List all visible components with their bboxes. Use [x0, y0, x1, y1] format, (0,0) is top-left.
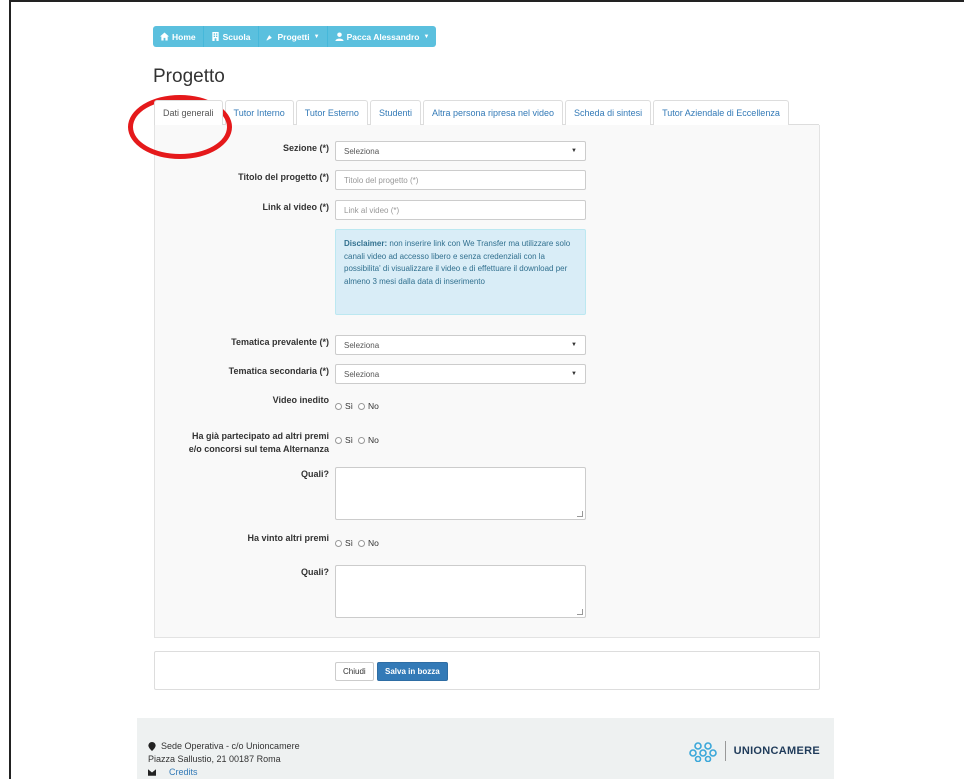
- dropdown-arrow-icon: ▼: [571, 148, 577, 154]
- tematica-secondaria-select[interactable]: Seleziona ▼: [335, 364, 586, 384]
- radio-button[interactable]: [358, 539, 366, 547]
- footer: Sede Operativa - c/o Unioncamere Piazza …: [137, 718, 834, 779]
- home-icon: [160, 32, 169, 41]
- link-video-input[interactable]: Link al video (*): [335, 200, 586, 220]
- close-button[interactable]: Chiudi: [335, 662, 374, 681]
- radio-label-no: No: [368, 401, 379, 411]
- building-icon: [211, 32, 219, 41]
- video-inedito-si-option[interactable]: Sì: [335, 401, 353, 411]
- radio-button[interactable]: [335, 436, 342, 444]
- dropdown-arrow-icon: ▼: [571, 371, 577, 377]
- radio-button[interactable]: [335, 402, 342, 410]
- tematica-secondaria-label: Tematica secondaria (*): [228, 366, 329, 376]
- dropdown-arrow-icon: ▼: [571, 342, 577, 348]
- tab-tutor-aziendale[interactable]: Tutor Aziendale di Eccellenza: [653, 100, 789, 125]
- tab-bar: Dati generali Tutor Interno Tutor Estern…: [154, 100, 789, 125]
- sezione-select-value: Seleziona: [344, 146, 380, 156]
- tematica-prevalente-value: Seleziona: [344, 340, 380, 350]
- footer-address-row: Sede Operativa - c/o Unioncamere: [148, 740, 300, 753]
- titolo-label: Titolo del progetto (*): [238, 172, 329, 182]
- partecipato-label-line1: Ha già partecipato ad altri premi: [191, 431, 329, 441]
- envelope-icon: [148, 769, 156, 776]
- user-icon: [335, 32, 344, 41]
- tab-scheda-sintesi[interactable]: Scheda di sintesi: [565, 100, 652, 125]
- tematica-secondaria-value: Seleziona: [344, 369, 380, 379]
- radio-button[interactable]: [358, 436, 366, 444]
- video-inedito-no-option[interactable]: No: [358, 401, 379, 411]
- partecipato-label-line2: e/o concorsi sul tema Alternanza: [188, 444, 329, 454]
- tematica-prevalente-select[interactable]: Seleziona ▼: [335, 335, 586, 355]
- tab-studenti[interactable]: Studenti: [369, 100, 421, 125]
- video-inedito-radio-group: Sì No: [335, 401, 384, 411]
- unioncamere-logo-icon: [688, 742, 717, 762]
- sezione-label: Sezione (*): [282, 143, 329, 153]
- quali2-textarea[interactable]: [335, 565, 586, 618]
- vinto-premi-radio-group: Sì No: [335, 538, 384, 548]
- radio-label-si: Sì: [345, 538, 354, 548]
- tab-dati-generali[interactable]: Dati generali: [154, 100, 223, 125]
- caret-down-icon: ▼: [423, 33, 430, 40]
- credits-link[interactable]: Credits: [161, 766, 198, 779]
- nav-scuola-button[interactable]: Scuola: [203, 26, 259, 47]
- disclaimer-title: Disclaimer:: [344, 239, 388, 248]
- video-inedito-label: Video inedito: [272, 395, 329, 405]
- caret-down-icon: ▼: [313, 33, 320, 40]
- titolo-input[interactable]: Titolo del progetto (*): [335, 170, 586, 190]
- action-panel: Chiudi Salva in bozza: [154, 651, 820, 690]
- radio-label-si: Sì: [345, 435, 354, 445]
- quali-label: Quali?: [300, 469, 329, 479]
- resize-grip-icon[interactable]: [577, 609, 583, 615]
- radio-label-no: No: [368, 435, 379, 445]
- disclaimer-alert: Disclaimer: non inserire link con We Tra…: [335, 229, 586, 315]
- save-draft-button[interactable]: Salva in bozza: [377, 662, 448, 681]
- link-video-label: Link al video (*): [262, 202, 329, 212]
- radio-button[interactable]: [358, 402, 366, 410]
- nav-scuola-label: Scuola: [222, 31, 251, 42]
- footer-address-line2: Piazza Sallustio, 21 00187 Roma: [148, 754, 281, 764]
- wrench-icon: [265, 32, 275, 41]
- radio-button[interactable]: [335, 539, 342, 547]
- nav-user-label: Pacca Alessandro: [346, 31, 420, 42]
- vinto-no-option[interactable]: No: [358, 538, 379, 548]
- quali-textarea[interactable]: [335, 467, 586, 520]
- resize-grip-icon[interactable]: [577, 511, 583, 517]
- partecipato-no-option[interactable]: No: [358, 435, 379, 445]
- radio-label-si: Sì: [345, 401, 354, 411]
- footer-address-line1: Sede Operativa - c/o Unioncamere: [161, 741, 300, 751]
- nav-user-dropdown[interactable]: Pacca Alessandro ▼: [327, 26, 437, 47]
- unioncamere-logo: UNIONCAMERE: [688, 740, 820, 762]
- nav-home-label: Home: [172, 31, 196, 42]
- nav-home-button[interactable]: Home: [153, 26, 204, 47]
- footer-address: Sede Operativa - c/o Unioncamere Piazza …: [148, 740, 300, 779]
- tab-tutor-interno[interactable]: Tutor Interno: [224, 100, 294, 125]
- footer-credits-row: Credits: [148, 766, 300, 779]
- quali2-label: Quali?: [300, 567, 329, 577]
- form-panel: Sezione (*) Seleziona ▼ Titolo del proge…: [154, 125, 820, 638]
- partecipato-radio-group: Sì No: [335, 435, 384, 445]
- top-nav: Home Scuola Progetti ▼ Pacca Alessandro …: [153, 26, 437, 47]
- partecipato-label: Ha già partecipato ad altri premi e/o co…: [189, 430, 329, 456]
- map-marker-icon: [148, 742, 156, 751]
- radio-label-no: No: [368, 538, 379, 548]
- nav-progetti-dropdown[interactable]: Progetti ▼: [258, 26, 328, 47]
- vinto-premi-label: Ha vinto altri premi: [247, 533, 329, 543]
- tab-altra-persona[interactable]: Altra persona ripresa nel video: [422, 100, 564, 125]
- partecipato-si-option[interactable]: Sì: [335, 435, 353, 445]
- vinto-si-option[interactable]: Sì: [335, 538, 353, 548]
- nav-progetti-label: Progetti: [277, 31, 310, 42]
- tab-tutor-esterno[interactable]: Tutor Esterno: [295, 100, 368, 125]
- logo-separator: [724, 741, 726, 761]
- sezione-select[interactable]: Seleziona ▼: [335, 141, 586, 161]
- page-title: Progetto: [153, 66, 225, 87]
- unioncamere-logo-text: UNIONCAMERE: [733, 745, 820, 757]
- tematica-prevalente-label: Tematica prevalente (*): [231, 337, 329, 347]
